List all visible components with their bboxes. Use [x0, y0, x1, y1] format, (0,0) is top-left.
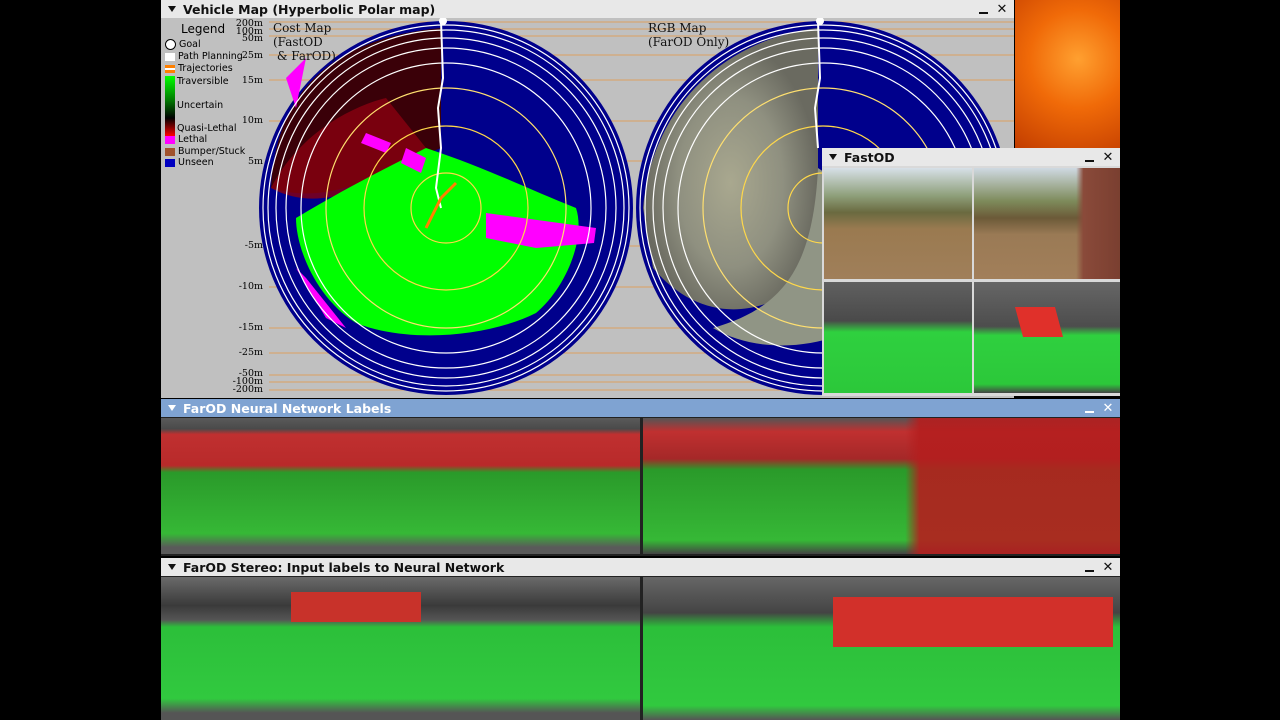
minimize-button[interactable]	[1082, 560, 1096, 574]
minimize-icon	[1084, 160, 1094, 162]
fastod-camera-right	[974, 168, 1120, 279]
fastod-labels-left	[824, 282, 972, 393]
window-title: Vehicle Map (Hyperbolic Polar map)	[183, 1, 436, 17]
fastod-window: FastOD ✕	[822, 148, 1120, 396]
minimize-icon	[1084, 570, 1094, 572]
obstacle-region	[833, 597, 1113, 647]
fastod-camera-left	[824, 168, 972, 279]
stereo-right-image	[643, 577, 1120, 720]
collapse-arrow-icon[interactable]	[168, 6, 176, 12]
background-desktop	[1015, 0, 1120, 148]
stereo-titlebar[interactable]: FarOD Stereo: Input labels to Neural Net…	[161, 558, 1120, 576]
collapse-arrow-icon[interactable]	[829, 154, 837, 160]
vehicle-map-titlebar[interactable]: Vehicle Map (Hyperbolic Polar map) ✕	[161, 0, 1014, 18]
nn-labels-left-image	[161, 418, 640, 554]
nn-labels-titlebar[interactable]: FarOD Neural Network Labels ✕	[161, 399, 1120, 417]
fastod-titlebar[interactable]: FastOD ✕	[822, 148, 1120, 166]
nn-labels-window: FarOD Neural Network Labels ✕	[161, 399, 1120, 556]
minimize-button[interactable]	[1082, 401, 1096, 415]
obstacle-region	[291, 592, 421, 622]
close-button[interactable]: ✕	[1101, 560, 1115, 575]
obstacle-region	[1014, 307, 1064, 337]
cost-map-polar	[259, 18, 633, 395]
minimize-icon	[1084, 411, 1094, 413]
window-title: FastOD	[844, 149, 895, 165]
fastod-labels-right	[974, 282, 1120, 393]
nn-labels-right-image	[643, 418, 1120, 554]
window-title: FarOD Stereo: Input labels to Neural Net…	[183, 559, 505, 575]
minimize-icon	[978, 12, 988, 14]
minimize-button[interactable]	[976, 2, 990, 16]
stereo-left-image	[161, 577, 640, 720]
close-button[interactable]: ✕	[1101, 401, 1115, 416]
stereo-window: FarOD Stereo: Input labels to Neural Net…	[161, 558, 1120, 720]
collapse-arrow-icon[interactable]	[168, 405, 176, 411]
window-title: FarOD Neural Network Labels	[183, 400, 392, 416]
close-button[interactable]: ✕	[995, 2, 1009, 17]
collapse-arrow-icon[interactable]	[168, 564, 176, 570]
minimize-button[interactable]	[1082, 150, 1096, 164]
cost-map-label: Cost Map (FastOD & FarOD)	[273, 21, 336, 63]
close-button[interactable]: ✕	[1101, 150, 1115, 165]
rgb-map-label: RGB Map (FarOD Only)	[648, 21, 730, 49]
